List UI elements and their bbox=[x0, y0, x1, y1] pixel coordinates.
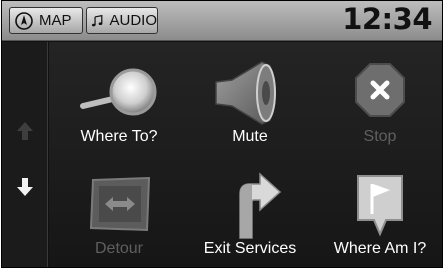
stop-button[interactable]: Stop bbox=[315, 48, 442, 156]
scroll-up-arrow-icon[interactable] bbox=[16, 120, 34, 142]
detour-button[interactable]: Detour bbox=[54, 160, 184, 267]
menu-grid: Where To? Mute Stop Detour Exit Services… bbox=[49, 42, 442, 267]
magnifier-icon bbox=[80, 68, 157, 116]
mute-label: Mute bbox=[232, 128, 268, 145]
exit-services-button[interactable]: Exit Services bbox=[185, 160, 315, 267]
where-to-button[interactable]: Where To? bbox=[54, 48, 184, 156]
where-am-i-label: Where Am I? bbox=[333, 240, 427, 257]
scroll-sidebar bbox=[2, 42, 48, 267]
detour-label: Detour bbox=[94, 240, 144, 257]
exit-services-icon bbox=[239, 172, 282, 239]
detour-icon bbox=[89, 176, 151, 232]
where-to-label: Where To? bbox=[80, 128, 158, 145]
nav-screen: MAP AUDIO 12:34 Where To? Mute Stop Deto… bbox=[1, 0, 443, 268]
mute-button[interactable]: Mute bbox=[185, 48, 315, 156]
exit-services-label: Exit Services bbox=[203, 240, 297, 257]
audio-button[interactable]: AUDIO bbox=[86, 7, 158, 34]
map-button-label: MAP bbox=[39, 12, 72, 29]
map-button[interactable]: MAP bbox=[9, 7, 83, 34]
where-am-i-button[interactable]: Where Am I? bbox=[315, 160, 442, 267]
audio-button-label: AUDIO bbox=[109, 12, 157, 29]
music-note-icon bbox=[91, 14, 103, 26]
scroll-down-arrow-icon[interactable] bbox=[16, 176, 34, 198]
stop-label: Stop bbox=[363, 128, 397, 145]
top-bar: MAP AUDIO 12:34 bbox=[2, 1, 442, 41]
compass-icon bbox=[15, 11, 33, 30]
speaker-icon bbox=[215, 61, 276, 125]
where-am-i-flag-icon bbox=[357, 175, 403, 237]
stop-icon bbox=[355, 63, 405, 117]
clock-display: 12:34 bbox=[342, 2, 432, 36]
